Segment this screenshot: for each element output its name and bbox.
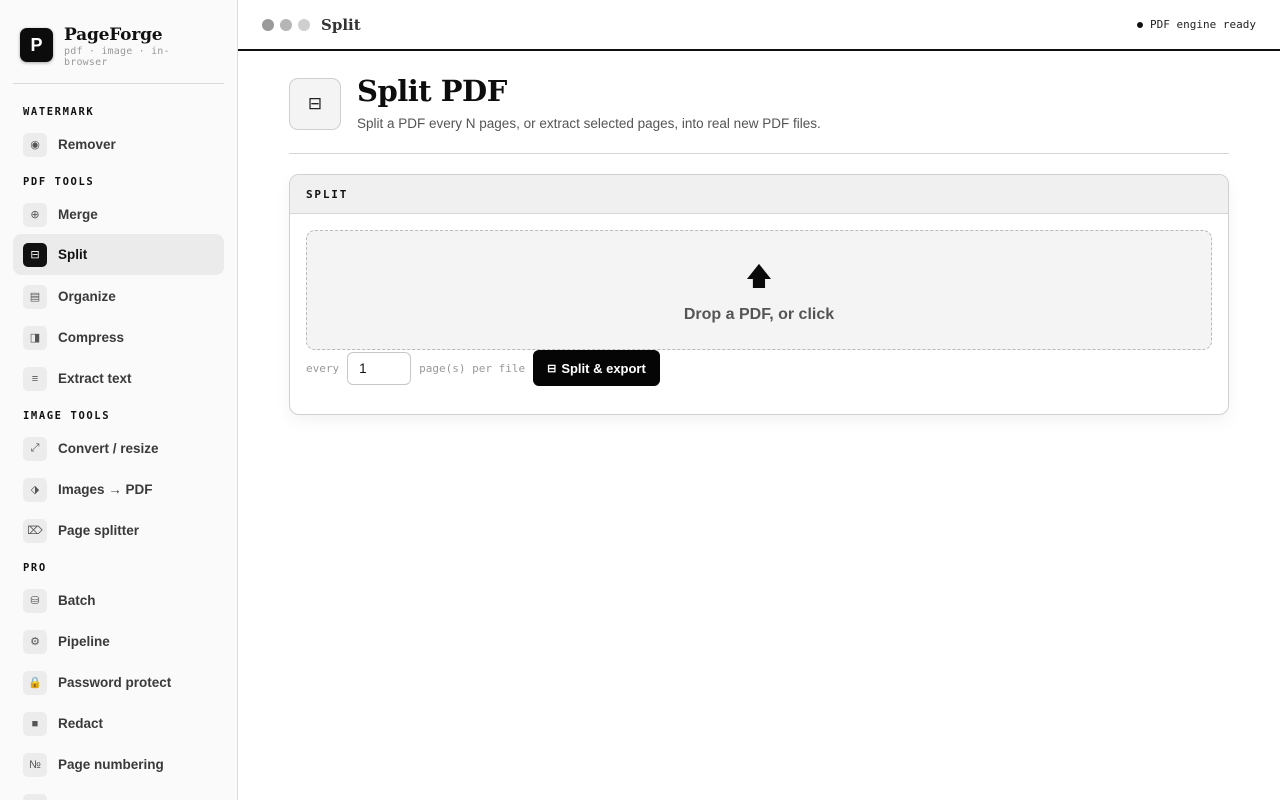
sidebar-item-images-to-pdf[interactable]: ⬗ Images → PDF	[13, 469, 224, 510]
sidebar-item-batch[interactable]: ⛁ Batch	[13, 580, 224, 621]
sidebar-item-page-numbering[interactable]: № Page numbering	[13, 744, 224, 785]
brand-logo-icon: P	[20, 28, 53, 62]
sidebar-item-label: Redact	[58, 716, 104, 731]
sidebar-item-password-protect[interactable]: 🔒 Password protect	[13, 662, 224, 703]
sidebar-item-label: Extract text	[58, 371, 132, 386]
sidebar-item-organize[interactable]: ▤ Organize	[13, 276, 224, 317]
sidebar-item-label: Page splitter	[58, 523, 140, 538]
sidebar-item-page-splitter[interactable]: ⌦ Page splitter	[13, 510, 224, 551]
batch-icon: ⛁	[23, 588, 47, 613]
upload-arrow-icon: 🡅	[745, 261, 773, 291]
sidebar-item-label: Password protect	[58, 675, 172, 690]
sidebar-item-split[interactable]: ⊟ Split	[13, 234, 224, 275]
sidebar-item-label: Pipeline	[58, 634, 110, 649]
numbering-icon: №	[23, 752, 47, 777]
brand-tagline: pdf · image · in-browser	[64, 46, 170, 68]
split-export-button[interactable]: ⊟ Split & export	[533, 350, 660, 386]
target-icon: ◉	[23, 132, 47, 157]
sidebar-item-label: Merge	[58, 207, 98, 222]
split-icon: ⊟	[547, 362, 557, 375]
split-icon: ⊟	[289, 78, 341, 130]
section-pro: PRO	[23, 562, 47, 574]
sidebar-item-label: Convert / resize	[58, 441, 159, 456]
sidebar-item-label: Batch	[58, 593, 96, 608]
sidebar-item-label: Page numbering	[58, 757, 164, 772]
pages-per-file-input[interactable]	[347, 351, 412, 385]
brand-name: PageForge	[64, 25, 163, 45]
split-controls: every page(s) per file ⊟ Split & export	[306, 350, 660, 386]
window-dot-icon	[280, 19, 292, 31]
page-splitter-icon: ⌦	[23, 518, 47, 543]
status-dot-icon	[1137, 21, 1144, 28]
redact-icon: ■	[23, 711, 47, 736]
lock-icon: 🔒	[23, 670, 47, 695]
split-icon: ⊟	[23, 242, 47, 267]
section-pdf-tools: PDF TOOLS	[23, 176, 95, 188]
every-label: every	[306, 361, 340, 375]
sidebar: P PageForge pdf · image · in-browser WAT…	[0, 0, 238, 800]
brand-divider	[13, 83, 224, 84]
more-icon	[23, 793, 47, 800]
engine-status: PDF engine ready	[1137, 18, 1256, 31]
sidebar-item-label: Split	[58, 247, 88, 262]
split-export-label: Split & export	[561, 360, 646, 376]
section-watermark: WATERMARK	[23, 106, 95, 118]
compress-icon: ◨	[23, 325, 47, 350]
dropzone-label: Drop a PDF, or click	[683, 306, 835, 323]
window-dot-icon	[262, 19, 274, 31]
topbar: Split PDF engine ready	[238, 0, 1280, 51]
sidebar-item-convert-resize[interactable]: ⤢ Convert / resize	[13, 428, 224, 469]
sidebar-item-label: Organize	[58, 289, 116, 304]
split-card: SPLIT 🡅 Drop a PDF, or click every page(…	[289, 174, 1229, 415]
sidebar-item-label: Compress	[58, 330, 125, 345]
sidebar-item-compress[interactable]: ◨ Compress	[13, 317, 224, 358]
sidebar-item-label: Remover	[58, 137, 116, 152]
image-to-pdf-icon: ⬗	[23, 477, 47, 502]
text-icon: ≡	[23, 366, 47, 391]
sidebar-item-pipeline[interactable]: ⚙ Pipeline	[13, 621, 224, 662]
topbar-title: Split	[321, 16, 361, 34]
brand: P PageForge pdf · image · in-browser	[20, 25, 223, 84]
engine-status-text: PDF engine ready	[1150, 18, 1256, 31]
header-divider	[289, 153, 1229, 154]
page-subtitle: Split a PDF every N pages, or extract se…	[357, 116, 821, 131]
organize-icon: ▤	[23, 284, 47, 309]
window-dot-icon	[298, 19, 310, 31]
sidebar-item-redact[interactable]: ■ Redact	[13, 703, 224, 744]
pages-per-file-label: page(s) per file	[419, 361, 526, 375]
sidebar-item-remover[interactable]: ◉ Remover	[13, 124, 224, 165]
gear-icon: ⚙	[23, 629, 47, 654]
pdf-dropzone[interactable]: 🡅 Drop a PDF, or click	[306, 230, 1212, 350]
page-title: Split PDF	[357, 74, 507, 108]
sidebar-item-extract-text[interactable]: ≡ Extract text	[13, 358, 224, 399]
sidebar-item-more[interactable]	[13, 785, 224, 800]
sidebar-item-merge[interactable]: ⊕ Merge	[13, 194, 224, 235]
section-image-tools: IMAGE TOOLS	[23, 410, 111, 422]
merge-icon: ⊕	[23, 202, 47, 227]
resize-icon: ⤢	[23, 436, 47, 461]
card-title: SPLIT	[290, 175, 1228, 214]
sidebar-item-label: Images → PDF	[58, 482, 153, 497]
